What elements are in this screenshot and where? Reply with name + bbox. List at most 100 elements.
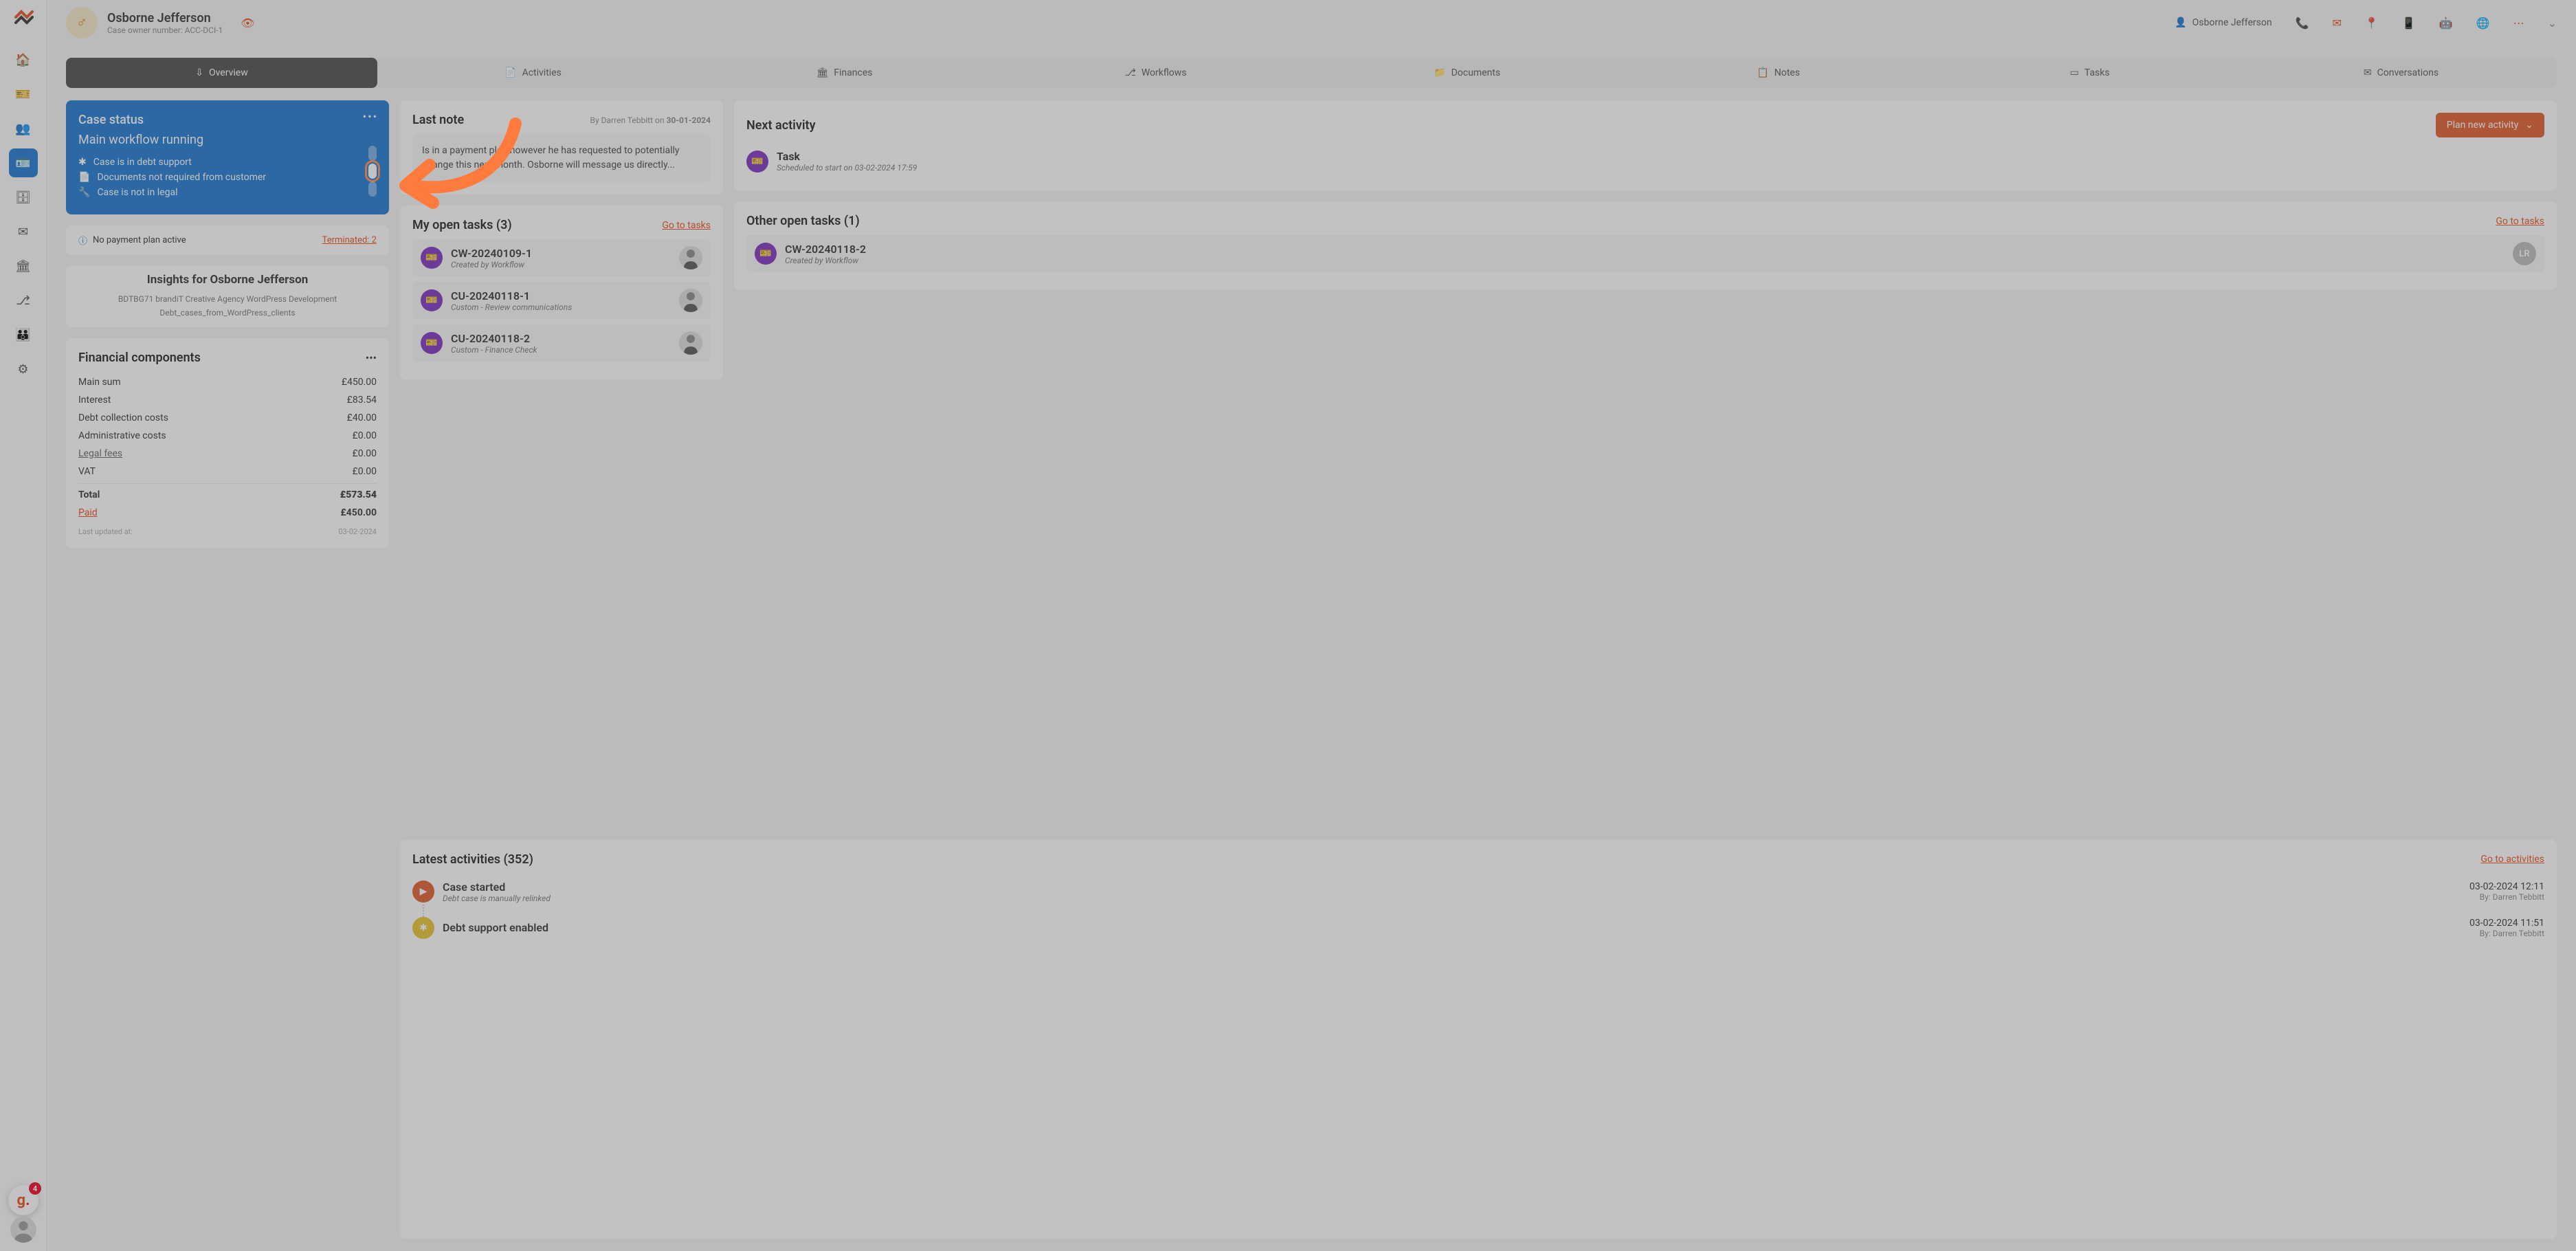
go-to-activities-link[interactable]: Go to activities xyxy=(2480,854,2544,865)
user-icon: 👤 xyxy=(2175,17,2186,28)
go-to-tasks-link[interactable]: Go to tasks xyxy=(2496,216,2544,227)
activity-row[interactable]: ▶ Case startedDebt case is manually reli… xyxy=(412,874,2544,910)
app-logo[interactable] xyxy=(12,7,34,29)
task-type-icon: 🎫 xyxy=(755,243,777,265)
download-icon: ⇩ xyxy=(195,67,203,78)
status-toggle-3[interactable] xyxy=(368,181,377,197)
tab-workflows[interactable]: ⎇Workflows xyxy=(1000,58,1311,88)
latest-activities-title: Latest activities (352) xyxy=(412,852,533,867)
page-header: ♂ Osborne Jefferson Case owner number: A… xyxy=(47,0,2576,45)
task-row[interactable]: 🎫 CU-20240118-2Custom - Finance Check xyxy=(412,324,711,362)
notification-bubble[interactable]: g. 4 xyxy=(8,1185,38,1215)
activity-type-icon: 🎫 xyxy=(746,151,768,173)
case-status-title: Case status xyxy=(78,113,377,127)
mail-icon[interactable]: ✉ xyxy=(2333,16,2342,30)
notification-badge: 4 xyxy=(29,1182,41,1195)
plan-new-activity-button[interactable]: Plan new activity ⌄ xyxy=(2436,113,2544,137)
nav-tickets[interactable]: 🎫 xyxy=(9,80,38,109)
nav-people[interactable]: 👥 xyxy=(9,114,38,143)
tab-activities[interactable]: 📄Activities xyxy=(377,58,689,88)
chevron-down-icon: ⌄ xyxy=(2525,120,2533,131)
nav-home[interactable]: 🏠 xyxy=(9,45,38,74)
my-tasks-title: My open tasks (3) xyxy=(412,218,512,232)
more-icon[interactable]: ⋯ xyxy=(2513,16,2524,30)
latest-activities-card: Latest activities (352) Go to activities… xyxy=(400,840,2557,1239)
task-row[interactable]: 🎫 CU-20240118-1Custom - Review communica… xyxy=(412,282,711,319)
financial-components-card: Financial components ••• Main sum£450.00… xyxy=(66,338,389,549)
case-owner-avatar: ♂ xyxy=(66,7,98,38)
assignee-avatar: LR xyxy=(2513,242,2536,265)
play-icon: ▶ xyxy=(412,881,434,903)
globe-icon[interactable]: 🌐 xyxy=(2476,16,2490,30)
nav-mail[interactable]: ✉ xyxy=(9,217,38,246)
other-open-tasks-card: Other open tasks (1) Go to tasks 🎫 CW-20… xyxy=(734,201,2557,290)
info-icon: ⓘ xyxy=(78,234,87,247)
nav-settings[interactable]: ⚙ xyxy=(9,355,38,384)
assignee-avatar xyxy=(679,246,702,269)
my-open-tasks-card: My open tasks (3) Go to tasks 🎫 CW-20240… xyxy=(400,206,723,379)
assignee-avatar xyxy=(679,289,702,312)
nav-team[interactable]: 👪 xyxy=(9,320,38,349)
wrench-icon: 🔧 xyxy=(78,187,90,198)
card-menu[interactable]: ••• xyxy=(363,110,378,123)
last-note-title: Last note xyxy=(412,113,464,127)
tab-overview[interactable]: ⇩Overview xyxy=(66,58,377,88)
tab-tasks[interactable]: ▭Tasks xyxy=(1934,58,2245,88)
doc-icon: 📄 xyxy=(504,67,516,78)
asterisk-icon: ✱ xyxy=(412,917,434,939)
nav-database[interactable]: 🗄 xyxy=(9,183,38,212)
location-icon[interactable]: 📍 xyxy=(2365,16,2379,30)
case-status-card: ••• Case status Main workflow running ✱C… xyxy=(66,100,389,214)
assignee-avatar xyxy=(679,331,702,355)
bank-icon: 🏛 xyxy=(817,67,829,78)
folder-icon: 📁 xyxy=(1434,67,1445,78)
insights-tags-2: Debt_cases_from_WordPress_clients xyxy=(66,306,389,320)
case-owner-name: Osborne Jefferson xyxy=(107,11,223,25)
task-type-icon: 🎫 xyxy=(421,332,443,354)
task-icon: ▭ xyxy=(2070,67,2079,78)
status-toggle-group xyxy=(368,146,377,197)
tab-finances[interactable]: 🏛Finances xyxy=(689,58,1000,88)
envelope-icon: ✉ xyxy=(2364,67,2372,78)
nav-cases[interactable]: 🪪 xyxy=(9,148,38,177)
next-activity-row[interactable]: 🎫 Task Scheduled to start on 03-02-2024 … xyxy=(746,144,2544,178)
phone-icon[interactable]: 📞 xyxy=(2296,16,2309,30)
insights-title: Insights for Osborne Jefferson xyxy=(66,273,389,287)
terminated-link[interactable]: Terminated: 2 xyxy=(322,235,377,245)
status-toggle-1[interactable] xyxy=(368,146,377,161)
nav-workflows[interactable]: ⎇ xyxy=(9,286,38,315)
status-toggle-2[interactable] xyxy=(368,164,377,179)
card-menu[interactable]: ••• xyxy=(366,351,377,364)
clipboard-icon: 📋 xyxy=(1757,67,1768,78)
nav-finance[interactable]: 🏛 xyxy=(9,252,38,280)
case-owner-number: Case owner number: ACC-DCI-1 xyxy=(107,25,223,35)
legal-fees-link[interactable]: Legal fees xyxy=(78,448,122,459)
header-user[interactable]: 👤 Osborne Jefferson xyxy=(2175,17,2272,28)
main-tabs: ⇩Overview 📄Activities 🏛Finances ⎇Workflo… xyxy=(66,58,2557,88)
mobile-icon[interactable]: 📱 xyxy=(2402,16,2416,30)
tab-notes[interactable]: 📋Notes xyxy=(1623,58,1934,88)
document-icon: 📄 xyxy=(78,172,90,183)
task-type-icon: 🎫 xyxy=(421,247,443,269)
insights-tags-1: BDTBG71 brandiT Creative Agency WordPres… xyxy=(66,292,389,306)
task-row[interactable]: 🎫 CW-20240109-1Created by Workflow xyxy=(412,239,711,276)
insights-card: Insights for Osborne Jefferson BDTBG71 b… xyxy=(66,266,389,327)
visibility-icon[interactable]: 👁 xyxy=(241,16,254,30)
current-user-avatar[interactable] xyxy=(10,1217,36,1243)
android-icon[interactable]: 🤖 xyxy=(2439,16,2453,30)
next-activity-title: Next activity xyxy=(746,118,816,133)
activity-row[interactable]: ✱ Debt support enabled 03-02-2024 11:51B… xyxy=(412,910,2544,946)
branch-icon: ⎇ xyxy=(1125,67,1136,78)
fin-title: Financial components xyxy=(78,351,201,365)
last-note-card: Last note By Darren Tebbitt on 30-01-202… xyxy=(400,100,723,195)
task-row[interactable]: 🎫 CW-20240118-2Created by Workflow LR xyxy=(746,235,2544,272)
chevron-down-icon[interactable]: ⌄ xyxy=(2548,16,2557,30)
paid-link[interactable]: Paid xyxy=(78,507,98,518)
next-activity-card: Next activity Plan new activity ⌄ 🎫 Task… xyxy=(734,100,2557,190)
task-type-icon: 🎫 xyxy=(421,289,443,311)
tab-conversations[interactable]: ✉Conversations xyxy=(2245,58,2557,88)
tab-documents[interactable]: 📁Documents xyxy=(1311,58,1623,88)
asterisk-icon: ✱ xyxy=(78,157,87,168)
last-note-body: Is in a payment plan however he has requ… xyxy=(412,134,711,182)
go-to-tasks-link[interactable]: Go to tasks xyxy=(662,220,711,231)
